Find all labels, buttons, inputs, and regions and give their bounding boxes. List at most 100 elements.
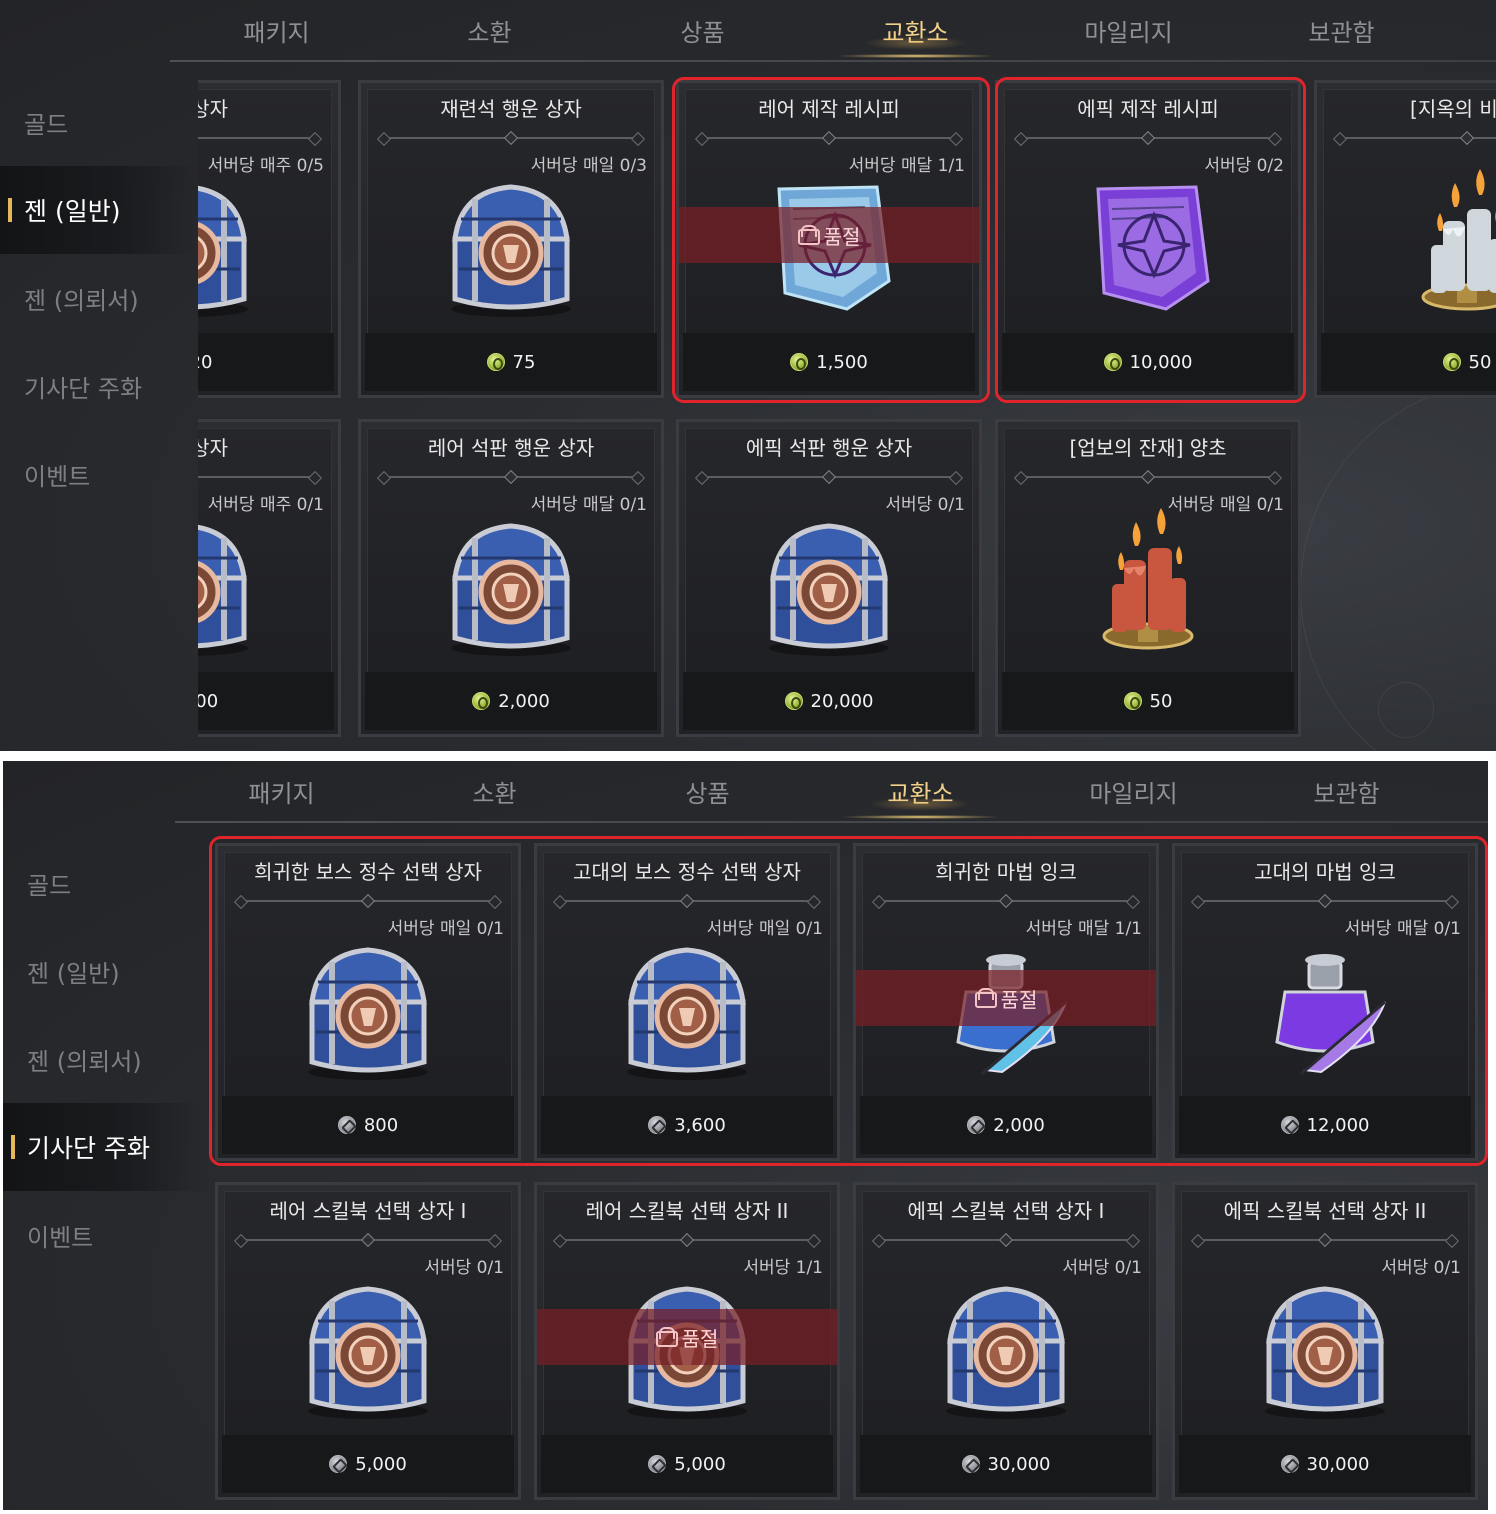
shop-item-card[interactable]: 행운 상자서버당 매주 0/1 200	[198, 419, 341, 737]
sidebar-item-gold[interactable]: 골드	[0, 78, 200, 166]
shop-item-card[interactable]: [업보의 잔재] 양초 서버당 매일 0/1 50	[995, 419, 1301, 737]
item-title: 재련석 행운 상자	[440, 97, 582, 121]
sidebar-item-zen-request[interactable]: 젠 (의뢰서)	[0, 254, 200, 342]
price-bar: 2,000	[860, 1096, 1152, 1154]
sidebar-item-knight-coin[interactable]: 기사단 주화	[0, 342, 200, 430]
item-title: 희귀한 마법 잉크	[935, 860, 1077, 884]
price-value: 1,500	[816, 351, 868, 373]
soldout-label: 품절	[823, 224, 861, 249]
shop-item-card[interactable]: 레어 제작 레시피 서버당 매달 1/1 품절 1,500	[676, 80, 982, 398]
shop-item-card[interactable]: 고대의 마법 잉크 서버당 매달 0/1 12,000	[1172, 843, 1478, 1161]
tab-goods[interactable]: 상품	[596, 0, 809, 60]
sidebar-item-zen-request[interactable]: 젠 (의뢰서)	[3, 1015, 203, 1103]
price-value: 2,000	[498, 690, 550, 712]
item-title: 에픽 스킬북 선택 상자 II	[1223, 1199, 1427, 1223]
knight-coin-icon	[1280, 1116, 1299, 1134]
price-value: 3,600	[674, 1114, 726, 1136]
soldout-label: 품절	[681, 1326, 719, 1351]
price-bar: 30,000	[860, 1435, 1152, 1493]
tab-mileage[interactable]: 마일리지	[1022, 0, 1235, 60]
tab-mileage[interactable]: 마일리지	[1027, 761, 1240, 821]
tab-summon[interactable]: 소환	[383, 0, 596, 60]
zen-coin-icon	[1103, 353, 1122, 371]
shop-item-card[interactable]: 선택 상자서버당 매주 0/5 20	[198, 80, 341, 398]
title-divider	[559, 893, 815, 909]
price-value: 75	[512, 351, 536, 373]
knight-coin-icon	[1280, 1455, 1299, 1473]
shop-item-card[interactable]: 재련석 행운 상자 서버당 매일 0/3 75	[358, 80, 664, 398]
tab-storage[interactable]: 보관함	[1240, 761, 1453, 821]
chest-icon	[198, 169, 268, 319]
shop-item-card[interactable]: 에픽 스킬북 선택 상자 II 서버당 0/1 30,000	[1172, 1182, 1478, 1500]
ink-purple-icon	[1245, 932, 1405, 1082]
title-divider	[878, 893, 1134, 909]
price-value: 50	[1149, 690, 1173, 712]
shop-item-card[interactable]: 에픽 스킬북 선택 상자 I 서버당 0/1 30,000	[853, 1182, 1159, 1500]
title-divider	[383, 469, 639, 485]
shop-item-card[interactable]: 에픽 석판 행운 상자 서버당 0/1 20,000	[676, 419, 982, 737]
sidebar-item-event[interactable]: 이벤트	[3, 1191, 203, 1279]
chest-icon	[749, 508, 909, 658]
shop-item-card[interactable]: 레어 스킬북 선택 상자 I 서버당 0/1 5,000	[215, 1182, 521, 1500]
title-divider	[701, 469, 957, 485]
tab-exchange[interactable]: 교환소	[809, 0, 1022, 60]
item-title: 행운 상자	[198, 436, 228, 460]
price-bar: 50	[1321, 333, 1496, 391]
item-title: 레어 제작 레시피	[758, 97, 900, 121]
knight-coin-icon	[329, 1455, 348, 1473]
sidebar-item-gold[interactable]: 골드	[3, 839, 203, 927]
candle-white-icon	[1387, 169, 1496, 319]
tab-package[interactable]: 패키지	[175, 761, 388, 821]
candle-red-icon	[1068, 508, 1228, 658]
chest-icon	[288, 1271, 448, 1421]
sidebar-item-event[interactable]: 이벤트	[0, 430, 200, 518]
chest-icon	[926, 1271, 1086, 1421]
price-bar: 12,000	[1179, 1096, 1471, 1154]
tab-divider	[175, 821, 1488, 823]
price-bar: 3,600	[541, 1096, 833, 1154]
title-divider	[878, 1232, 1134, 1248]
shop-item-card[interactable]: [지옥의 비밀]서 50	[1314, 80, 1496, 398]
price-value: 5,000	[355, 1453, 407, 1475]
knight-coin-icon	[337, 1116, 356, 1134]
item-title: 에픽 제작 레시피	[1077, 97, 1219, 121]
sidebar: 골드 젠 (일반) 젠 (의뢰서) 기사단 주화 이벤트	[0, 78, 200, 518]
price-bar: 5,000	[541, 1435, 833, 1493]
item-title: 고대의 마법 잉크	[1254, 860, 1396, 884]
tab-summon[interactable]: 소환	[388, 761, 601, 821]
tab-package[interactable]: 패키지	[170, 0, 383, 60]
title-divider	[240, 1232, 496, 1248]
tab-exchange[interactable]: 교환소	[814, 761, 1027, 821]
title-divider	[1197, 1232, 1453, 1248]
item-title: 선택 상자	[198, 97, 228, 121]
top-tab-bar: 패키지 소환 상품 교환소 마일리지 보관함	[170, 0, 1448, 60]
shop-item-card[interactable]: 레어 스킬북 선택 상자 II 서버당 1/1 품절 5,000	[534, 1182, 840, 1500]
price-bar: 20	[198, 333, 334, 391]
shop-item-card[interactable]: 레어 석판 행운 상자 서버당 매달 0/1 2,000	[358, 419, 664, 737]
price-bar: 800	[222, 1096, 514, 1154]
shop-item-card[interactable]: 희귀한 보스 정수 선택 상자 서버당 매일 0/1 800	[215, 843, 521, 1161]
sidebar-item-zen-general[interactable]: 젠 (일반)	[0, 166, 200, 254]
lock-icon	[655, 1327, 678, 1347]
item-title: 레어 스킬북 선택 상자 I	[269, 1199, 467, 1223]
tab-divider	[170, 60, 1496, 62]
item-title: 희귀한 보스 정수 선택 상자	[254, 860, 482, 884]
item-title: 에픽 석판 행운 상자	[745, 436, 913, 460]
chest-icon	[1245, 1271, 1405, 1421]
sidebar-item-knight-coin[interactable]: 기사단 주화	[3, 1103, 203, 1191]
scroll-purple-icon	[1068, 169, 1228, 319]
sidebar-item-zen-general[interactable]: 젠 (일반)	[3, 927, 203, 1015]
price-value: 10,000	[1129, 351, 1193, 373]
shop-item-card[interactable]: 에픽 제작 레시피 서버당 0/2 10,000	[995, 80, 1301, 398]
zen-coin-icon	[1123, 692, 1142, 710]
tab-goods[interactable]: 상품	[601, 761, 814, 821]
shop-panel-top: 패키지 소환 상품 교환소 마일리지 보관함 골드 젠 (일반) 젠 (의뢰서)…	[0, 0, 1496, 751]
tab-storage[interactable]: 보관함	[1235, 0, 1448, 60]
item-title: [지옥의 비밀]	[1410, 97, 1496, 121]
shop-item-card[interactable]: 고대의 보스 정수 선택 상자 서버당 매일 0/1 3,600	[534, 843, 840, 1161]
shop-item-card[interactable]: 희귀한 마법 잉크 서버당 매달 1/1 품절 2,000	[853, 843, 1159, 1161]
price-value: 50	[1468, 351, 1492, 373]
title-divider	[198, 476, 316, 478]
price-bar: 20,000	[683, 672, 975, 730]
item-grid-top: 선택 상자서버당 매주 0/5 20재련석 행운 상자서버당 매일 0/3 75…	[198, 80, 1496, 740]
